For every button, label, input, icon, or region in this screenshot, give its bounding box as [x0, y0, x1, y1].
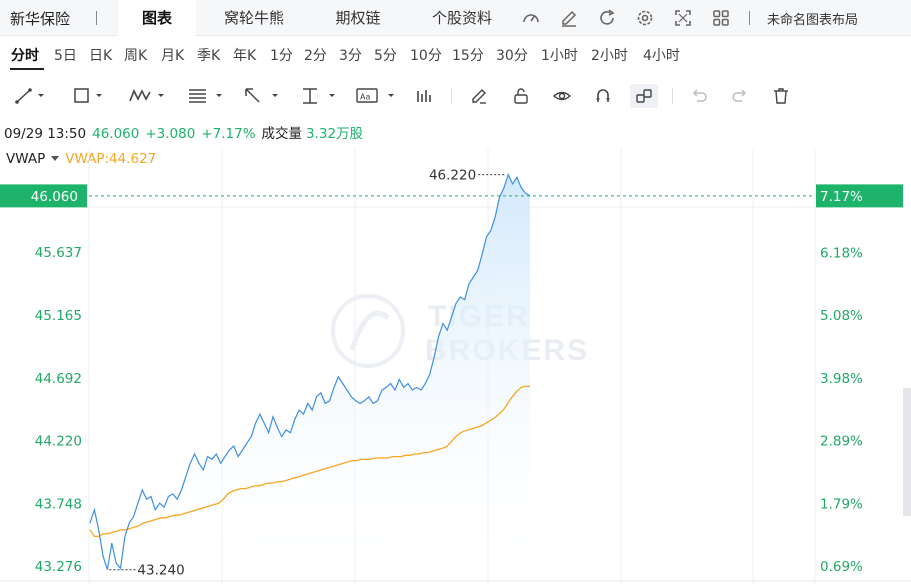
y-axis-left: 45.637 45.165 44.692 44.220 43.748 43.27…	[35, 245, 82, 575]
high-label: 46.220	[429, 168, 476, 184]
price-area	[90, 174, 530, 583]
y-tick-left: 43.276	[35, 559, 82, 575]
scrollbar[interactable]	[903, 388, 911, 516]
y-tick-left: 44.220	[35, 434, 82, 450]
y-tick-left: 45.165	[35, 308, 82, 324]
y-tick-left: 45.637	[35, 245, 82, 261]
price-area-fill	[90, 174, 530, 583]
y-tick-left: 43.748	[35, 496, 82, 512]
current-price-tag-text: 46.060	[31, 189, 78, 205]
low-label: 43.240	[137, 563, 184, 579]
y-axis-right: 6.18% 5.08% 3.98% 2.89% 1.79% 0.69%	[820, 245, 863, 575]
y-tick-right: 0.69%	[820, 559, 863, 575]
y-tick-right: 2.89%	[820, 433, 863, 449]
y-tick-left: 44.692	[35, 371, 82, 387]
intraday-chart[interactable]: TIGER BROKERS 46.060 7.17% 45.637 45.165…	[0, 0, 911, 585]
y-tick-right: 3.98%	[820, 371, 863, 387]
y-tick-right: 6.18%	[820, 245, 863, 261]
current-pct-tag-text: 7.17%	[820, 189, 863, 205]
y-tick-right: 1.79%	[820, 496, 863, 512]
y-tick-right: 5.08%	[820, 308, 863, 324]
